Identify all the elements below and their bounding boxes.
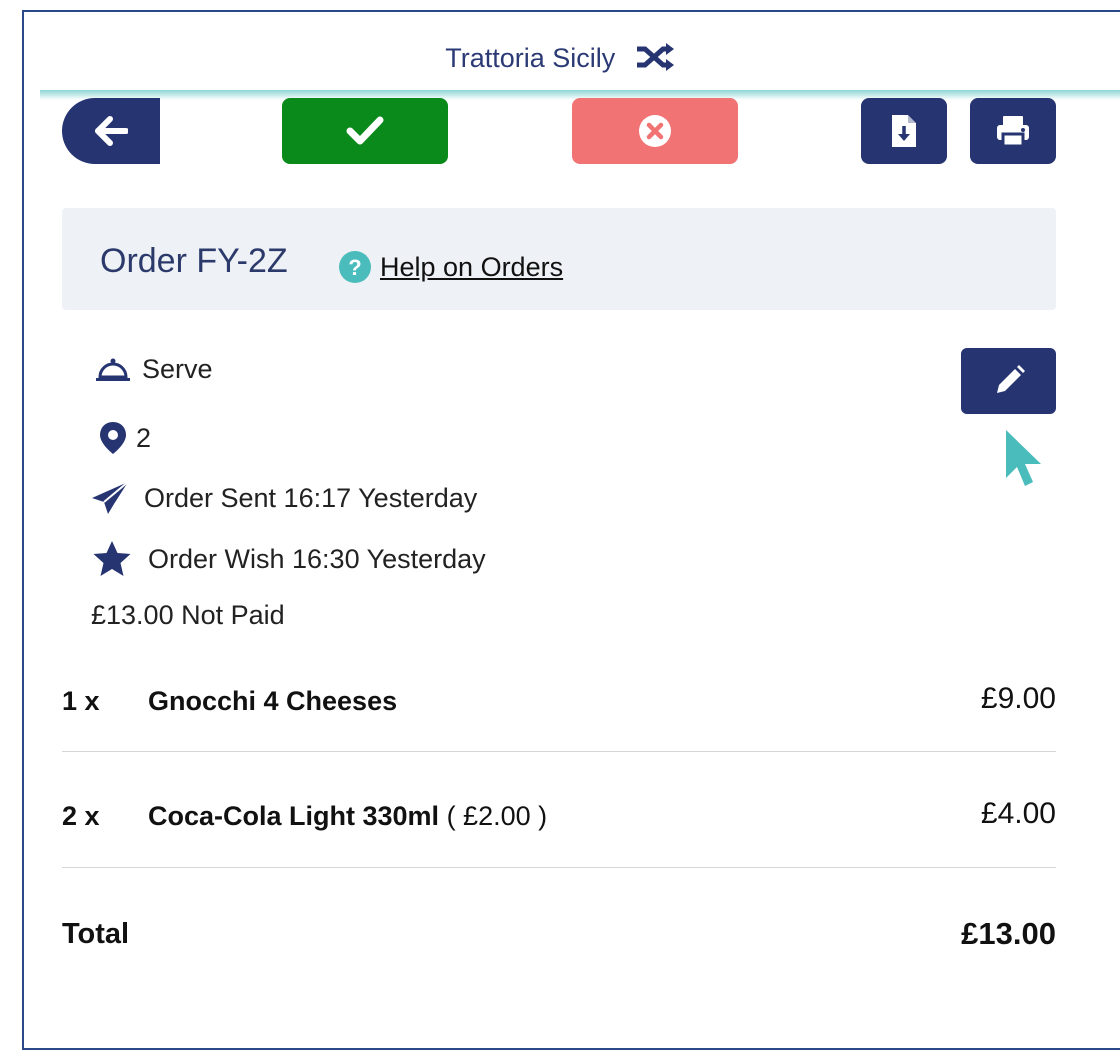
total-value: £13.00 xyxy=(961,916,1056,951)
item-divider xyxy=(62,867,1056,868)
edit-order-button[interactable] xyxy=(961,348,1056,414)
table-row: 2 xyxy=(98,420,151,456)
order-wish: Order Wish 16:30 Yesterday xyxy=(148,543,486,574)
item-name-text: Gnocchi 4 Cheeses xyxy=(148,686,398,716)
item-price: £4.00 xyxy=(980,797,1056,830)
times-circle-icon xyxy=(639,115,671,147)
item-price: £9.00 xyxy=(980,682,1056,715)
order-header: Order FY-2Z ? Help on Orders xyxy=(62,208,1056,310)
item-quantity: 1 x xyxy=(62,686,100,716)
help-link-group[interactable]: ? Help on Orders xyxy=(338,250,563,284)
confirm-button[interactable] xyxy=(282,98,448,164)
svg-text:?: ? xyxy=(348,255,361,280)
order-sent: Order Sent 16:17 Yesterday xyxy=(144,482,478,513)
print-button[interactable] xyxy=(970,98,1056,164)
service-row: Serve xyxy=(94,354,213,385)
sent-row: Order Sent 16:17 Yesterday xyxy=(90,480,477,516)
item-quantity: 2 x xyxy=(62,801,100,831)
cloche-icon xyxy=(94,356,132,384)
item-name: Gnocchi 4 Cheeses xyxy=(148,686,397,717)
wish-row: Order Wish 16:30 Yesterday xyxy=(92,540,486,578)
payment-status: £13.00 Not Paid xyxy=(91,600,285,630)
app-frame xyxy=(22,10,1120,1050)
item-unit-price: ( £2.00 ) xyxy=(439,801,548,831)
map-pin-icon xyxy=(98,420,128,456)
item-name-text: Coca-Cola Light 330ml xyxy=(148,801,440,831)
back-button[interactable] xyxy=(62,98,160,164)
arrow-left-icon xyxy=(95,116,128,146)
order-title: Order FY-2Z xyxy=(100,242,288,280)
order-item[interactable]: 1 x Gnocchi 4 Cheeses £9.00 xyxy=(62,682,1056,726)
help-on-orders-link[interactable]: Help on Orders xyxy=(380,252,563,283)
file-download-icon xyxy=(892,115,916,147)
item-name: Coca-Cola Light 330ml ( £2.00 ) xyxy=(148,801,547,832)
restaurant-name: Trattoria Sicily xyxy=(445,43,616,73)
cancel-button[interactable] xyxy=(572,98,738,164)
star-icon xyxy=(92,540,132,578)
header: Trattoria Sicily xyxy=(0,43,1120,78)
table-number: 2 xyxy=(136,422,152,453)
check-icon xyxy=(346,116,384,145)
shuffle-icon[interactable] xyxy=(635,43,675,78)
pencil-icon xyxy=(996,365,1025,393)
order-item[interactable]: 2 x Coca-Cola Light 330ml ( £2.00 ) £4.0… xyxy=(62,797,1056,841)
download-button[interactable] xyxy=(861,98,947,164)
cursor-icon xyxy=(1004,428,1044,493)
service-label: Serve xyxy=(142,354,213,384)
print-icon xyxy=(997,116,1029,148)
payment-row: £13.00 Not Paid xyxy=(91,600,285,631)
question-circle-icon: ? xyxy=(339,251,371,283)
item-divider xyxy=(62,751,1056,752)
paper-plane-icon xyxy=(90,480,130,516)
total-label: Total xyxy=(62,918,130,950)
